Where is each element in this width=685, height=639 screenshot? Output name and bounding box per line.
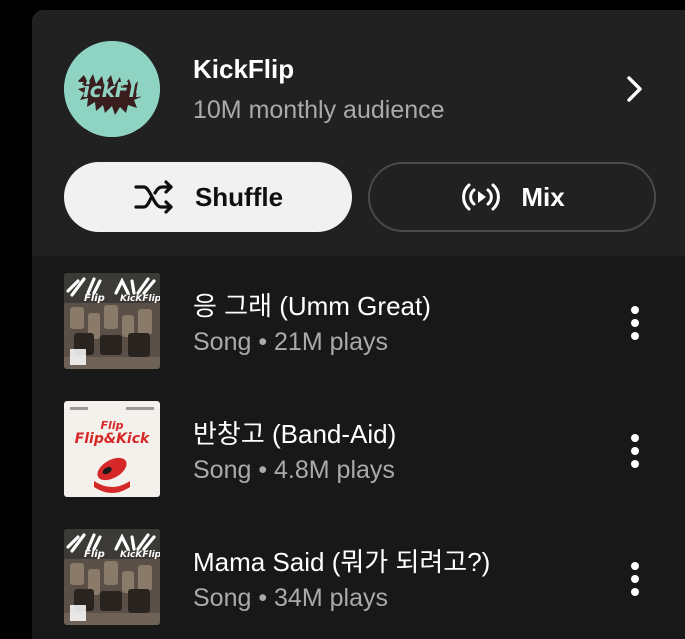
album-art-icon: Flip Flip&Kick (64, 401, 160, 497)
song-row-mama-said[interactable]: Flip KicKFlip! Mama Said (뭐가 되려고?) Song … (32, 512, 685, 639)
shuffle-label: Shuffle (194, 181, 284, 212)
song-row-umm-great[interactable]: Flip KicKFlip! 응 그래 (Umm Great) Song • 2… (32, 256, 685, 384)
svg-text:Flip: Flip (84, 549, 105, 560)
shuffle-button[interactable]: Shuffle (64, 162, 352, 232)
artist-header[interactable]: KickFlip KickFlip 10M monthly audience S… (32, 10, 685, 256)
song-row-band-aid[interactable]: Flip Flip&Kick 반창고 (Band-Aid) Song • 4.8… (32, 384, 685, 512)
svg-text:KicKFlip!: KicKFlip! (120, 550, 160, 560)
album-cover-flip-for-kickflip: Flip KicKFlip! (64, 529, 160, 625)
album-cover-flip-for-kickflip: Flip KicKFlip! (64, 273, 160, 369)
svg-text:Flip: Flip (84, 293, 105, 304)
broadcast-radio-icon (462, 183, 501, 211)
svg-text:KicKFlip!: KicKFlip! (120, 294, 160, 304)
song-meta: Song • 34M plays (193, 584, 388, 612)
mix-button[interactable]: Mix (368, 162, 656, 232)
svg-text:KickFlip: KickFlip (67, 78, 156, 102)
album-art-icon: Flip KicKFlip! (64, 529, 160, 625)
artist-avatar[interactable]: KickFlip (64, 41, 160, 137)
album-art-icon: Flip KicKFlip! (64, 273, 160, 369)
mix-label: Mix (521, 181, 565, 212)
song-meta: Song • 4.8M plays (193, 456, 395, 484)
song-title: Mama Said (뭐가 되려고?) (193, 547, 491, 577)
song-title: 반창고 (Band-Aid) (193, 419, 397, 449)
artist-card: KickFlip KickFlip 10M monthly audience S… (32, 10, 685, 639)
kickflip-logo-icon: KickFlip (64, 41, 160, 137)
album-cover-flip-it-kick-it: Flip Flip&Kick (64, 401, 160, 497)
song-meta: Song • 21M plays (193, 328, 388, 356)
song-title: 응 그래 (Umm Great) (193, 291, 431, 321)
more-options-icon[interactable] (624, 304, 646, 342)
shuffle-icon (134, 180, 173, 214)
more-options-icon[interactable] (624, 560, 646, 598)
more-options-icon[interactable] (624, 432, 646, 470)
chevron-right-icon[interactable] (620, 74, 650, 104)
svg-text:Flip&Kick: Flip&Kick (75, 431, 151, 447)
song-list: Flip KicKFlip! 응 그래 (Umm Great) Song • 2… (32, 256, 685, 639)
artist-name[interactable]: KickFlip (193, 54, 294, 85)
artist-monthly-audience: 10M monthly audience (193, 96, 445, 124)
